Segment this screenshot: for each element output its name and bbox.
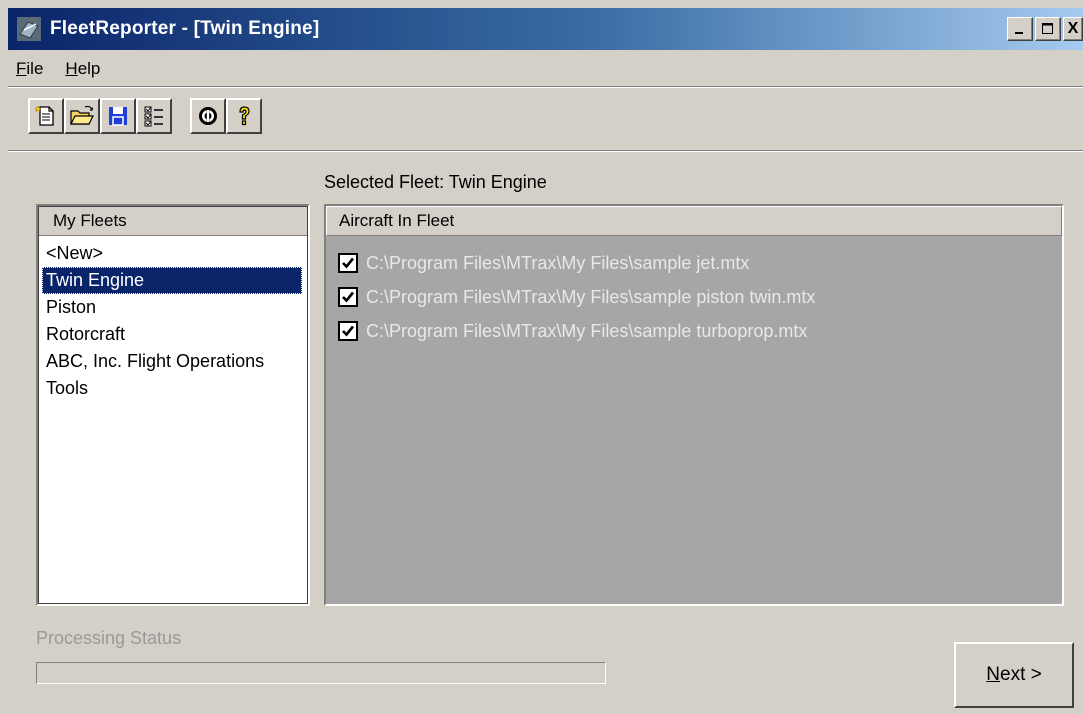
close-button[interactable]: X bbox=[1063, 17, 1083, 41]
maximize-icon bbox=[1042, 23, 1053, 34]
lifebuoy-icon bbox=[199, 107, 217, 125]
aircraft-path: C:\Program Files\MTrax\My Files\sample j… bbox=[366, 252, 750, 273]
next-button[interactable]: Next > bbox=[954, 642, 1074, 708]
toolbar-divider-bottom bbox=[8, 150, 1083, 152]
checklist-icon bbox=[144, 106, 163, 127]
close-icon: X bbox=[1067, 20, 1079, 37]
aircraft-path: C:\Program Files\MTrax\My Files\sample p… bbox=[366, 286, 816, 307]
checkmark-icon bbox=[342, 257, 355, 269]
selected-fleet-label: Selected Fleet: Twin Engine bbox=[324, 172, 547, 192]
fleet-list-item[interactable]: Piston bbox=[42, 294, 308, 321]
fleet-list-item[interactable]: <New> bbox=[42, 240, 308, 267]
app-icon bbox=[17, 17, 41, 41]
aircraft-list-panel: Aircraft In Fleet C:\Program Files\MTrax… bbox=[324, 204, 1064, 606]
aircraft-list-item[interactable]: C:\Program Files\MTrax\My Files\sample p… bbox=[338, 280, 1062, 314]
support-button[interactable] bbox=[190, 98, 226, 134]
fleet-list: <New> Twin Engine Piston Rotorcraft ABC, Inc… bbox=[38, 236, 308, 402]
toolbar-group-file bbox=[28, 98, 172, 134]
fleet-list-item[interactable]: Tools bbox=[42, 375, 308, 402]
aircraft-checkbox[interactable] bbox=[338, 253, 358, 273]
aircraft-checkbox[interactable] bbox=[338, 287, 358, 307]
processing-status-label: Processing Status bbox=[36, 628, 182, 648]
aircraft-list-item[interactable]: C:\Program Files\MTrax\My Files\sample j… bbox=[338, 246, 1062, 280]
next-button-accel: N bbox=[986, 664, 1000, 685]
save-icon bbox=[109, 107, 127, 126]
aircraft-path: C:\Program Files\MTrax\My Files\sample t… bbox=[366, 320, 808, 341]
aircraft-checkbox[interactable] bbox=[338, 321, 358, 341]
checklist-button[interactable] bbox=[136, 98, 172, 134]
open-folder-icon bbox=[70, 105, 94, 125]
aircraft-list-item[interactable]: C:\Program Files\MTrax\My Files\sample t… bbox=[338, 314, 1062, 348]
checkmark-icon bbox=[342, 325, 355, 337]
minimize-button[interactable] bbox=[1007, 17, 1033, 41]
fleets-column-header[interactable]: My Fleets bbox=[38, 206, 308, 236]
open-button[interactable] bbox=[64, 98, 100, 134]
next-button-label: ext > bbox=[1000, 664, 1042, 685]
aircraft-column-header[interactable]: Aircraft In Fleet bbox=[326, 206, 1062, 236]
window-title: FleetReporter - [Twin Engine] bbox=[50, 18, 320, 39]
window-controls: X bbox=[1007, 17, 1083, 41]
maximize-button[interactable] bbox=[1035, 17, 1061, 41]
help-question-icon bbox=[239, 106, 250, 126]
toolbar bbox=[28, 98, 262, 134]
menu-bar: File Help bbox=[14, 57, 102, 83]
menu-file-accel: F bbox=[16, 59, 27, 78]
help-button[interactable] bbox=[226, 98, 262, 134]
aircraft-list: C:\Program Files\MTrax\My Files\sample j… bbox=[326, 236, 1062, 348]
menu-file[interactable]: File bbox=[14, 57, 45, 83]
save-button[interactable] bbox=[100, 98, 136, 134]
minimize-icon bbox=[1015, 32, 1023, 34]
fleet-list-item[interactable]: Rotorcraft bbox=[42, 321, 308, 348]
title-bar[interactable]: FleetReporter - [Twin Engine] X bbox=[8, 8, 1083, 50]
toolbar-gap bbox=[172, 98, 190, 134]
menu-file-label: ile bbox=[26, 59, 44, 78]
fleet-list-item[interactable]: Twin Engine bbox=[42, 267, 302, 294]
fleet-list-item[interactable]: ABC, Inc. Flight Operations bbox=[42, 348, 308, 375]
processing-progress-bar bbox=[36, 662, 606, 684]
new-button[interactable] bbox=[28, 98, 64, 134]
menu-help-label: elp bbox=[77, 59, 101, 78]
toolbar-group-help bbox=[190, 98, 262, 134]
new-document-icon bbox=[34, 105, 54, 126]
fleetreporter-window: FleetReporter - [Twin Engine] X File Hel… bbox=[0, 0, 1083, 714]
menu-help-accel: H bbox=[65, 59, 78, 78]
fleets-list-panel: My Fleets <New> Twin Engine Piston Rotorcra… bbox=[36, 204, 310, 606]
toolbar-divider-top bbox=[8, 86, 1083, 88]
checkmark-icon bbox=[342, 291, 355, 303]
menu-help[interactable]: Help bbox=[63, 57, 102, 83]
